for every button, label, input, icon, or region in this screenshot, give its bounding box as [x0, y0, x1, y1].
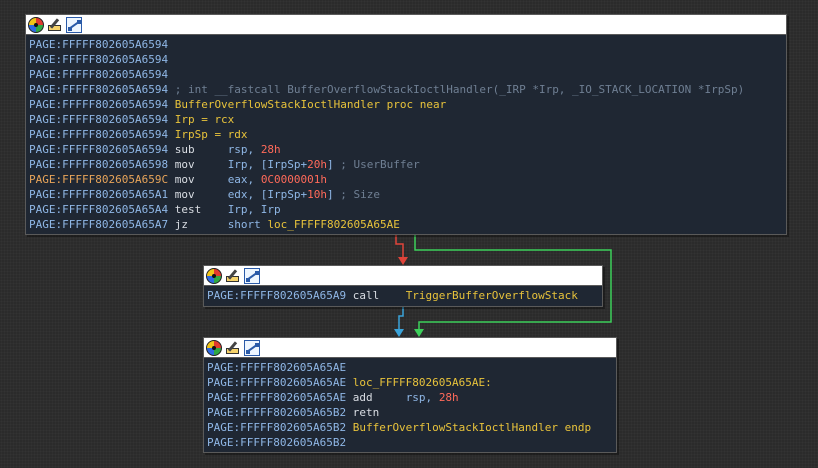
immediate-value[interactable]: 0C0000001h [261, 173, 327, 186]
function-prototype-comment: ; int __fastcall BufferOverflowStackIoct… [174, 83, 745, 96]
disasm-line[interactable]: PAGE:FFFFF802605A65B2 retn [207, 405, 613, 420]
edge-true-arrowhead [414, 329, 424, 337]
disasm-line[interactable]: PAGE:FFFFF802605A6594 Irp = rcx [29, 112, 783, 127]
disassembly-listing[interactable]: PAGE:FFFFF802605A6594 PAGE:FFFFF802605A6… [26, 35, 786, 234]
mnemonic[interactable]: test [175, 203, 228, 216]
graph-node-entry-block[interactable]: PAGE:FFFFF802605A6594 PAGE:FFFFF802605A6… [25, 14, 787, 235]
address[interactable]: PAGE:FFFFF802605A6594 [29, 68, 168, 81]
instruction-comment: ; Size [333, 188, 381, 201]
disasm-line[interactable]: PAGE:FFFFF802605A6594 [29, 52, 783, 67]
operand[interactable]: rsp, [406, 391, 439, 404]
set-color-icon[interactable] [28, 16, 44, 33]
immediate-value[interactable]: 10h [307, 188, 327, 201]
branch-target-label[interactable]: loc_FFFFF802605A65AE [267, 218, 399, 231]
mnemonic[interactable]: sub [175, 143, 228, 156]
immediate-value[interactable]: 28h [439, 391, 459, 404]
disasm-line[interactable]: PAGE:FFFFF802605A6594 [29, 67, 783, 82]
disasm-line[interactable]: PAGE:FFFFF802605A65A9 call TriggerBuffer… [207, 288, 599, 303]
graph-overview-icon[interactable] [244, 339, 260, 356]
mnemonic[interactable]: call [353, 289, 406, 302]
disasm-line[interactable]: PAGE:FFFFF802605A65B2 BufferOverflowStac… [207, 420, 613, 435]
immediate-value[interactable]: 28h [261, 143, 281, 156]
mnemonic[interactable]: mov [175, 188, 228, 201]
address[interactable]: PAGE:FFFFF802605A65AE [207, 391, 346, 404]
address[interactable]: PAGE:FFFFF802605A6598 [29, 158, 168, 171]
address[interactable]: PAGE:FFFFF802605A65B2 [207, 436, 346, 449]
disasm-line[interactable]: PAGE:FFFFF802605A6594 sub rsp, 28h [29, 142, 783, 157]
mnemonic[interactable]: retn [353, 406, 406, 419]
operand[interactable]: short [228, 218, 268, 231]
operand[interactable]: rsp, [228, 143, 261, 156]
disasm-line[interactable]: PAGE:FFFFF802605A65A7 jz short loc_FFFFF… [29, 217, 783, 232]
address[interactable]: PAGE:FFFFF802605A65A4 [29, 203, 168, 216]
disasm-line[interactable]: PAGE:FFFFF802605A6598 mov Irp, [IrpSp+20… [29, 157, 783, 172]
mnemonic[interactable]: mov [175, 158, 228, 171]
address[interactable]: PAGE:FFFFF802605A659C [29, 173, 168, 186]
disassembly-listing[interactable]: PAGE:FFFFF802605A65A9 call TriggerBuffer… [204, 286, 602, 305]
mnemonic[interactable]: mov [175, 173, 228, 186]
disasm-line[interactable]: PAGE:FFFFF802605A6594 [29, 37, 783, 52]
address[interactable]: PAGE:FFFFF802605A65AE [207, 361, 346, 374]
disasm-line[interactable]: PAGE:FFFFF802605A65AE loc_FFFFF802605A65… [207, 375, 613, 390]
address[interactable]: PAGE:FFFFF802605A6594 [29, 113, 168, 126]
address[interactable]: PAGE:FFFFF802605A6594 [29, 53, 168, 66]
mnemonic[interactable]: jz [175, 218, 228, 231]
address[interactable]: PAGE:FFFFF802605A6594 [29, 128, 168, 141]
edge-false-branch [395, 235, 404, 258]
operand[interactable]: Irp, [IrpSp+ [228, 158, 307, 171]
disasm-line[interactable]: PAGE:FFFFF802605A65A4 test Irp, Irp [29, 202, 783, 217]
disasm-line[interactable]: PAGE:FFFFF802605A65AE add rsp, 28h [207, 390, 613, 405]
rename-icon[interactable] [47, 16, 63, 33]
branch-target-label[interactable]: TriggerBufferOverflowStack [406, 289, 578, 302]
rename-icon[interactable] [225, 339, 241, 356]
mnemonic[interactable]: add [353, 391, 406, 404]
address[interactable]: PAGE:FFFFF802605A6594 [29, 98, 168, 111]
address[interactable]: PAGE:FFFFF802605A65A9 [207, 289, 346, 302]
disasm-line[interactable]: PAGE:FFFFF802605A65B2 [207, 435, 613, 450]
address[interactable]: PAGE:FFFFF802605A65A7 [29, 218, 168, 231]
register-alias[interactable]: IrpSp = rdx [175, 128, 248, 141]
graph-overview-icon[interactable] [244, 267, 260, 284]
node-toolbar [204, 338, 616, 358]
immediate-value[interactable]: 20h [307, 158, 327, 171]
address[interactable]: PAGE:FFFFF802605A65A1 [29, 188, 168, 201]
operand-suffix: ] [327, 158, 334, 171]
edge-false-arrowhead [398, 257, 408, 265]
address[interactable]: PAGE:FFFFF802605A6594 [29, 83, 168, 96]
operand-suffix: ] [327, 188, 334, 201]
code-label[interactable]: BufferOverflowStackIoctlHandler proc nea… [175, 98, 447, 111]
edge-fallthrough [398, 306, 404, 330]
disassembly-listing[interactable]: PAGE:FFFFF802605A65AE PAGE:FFFFF802605A6… [204, 358, 616, 452]
disasm-line[interactable]: PAGE:FFFFF802605A6594 BufferOverflowStac… [29, 97, 783, 112]
disasm-line[interactable]: PAGE:FFFFF802605A65AE [207, 360, 613, 375]
address[interactable]: PAGE:FFFFF802605A65B2 [207, 406, 346, 419]
node-toolbar [204, 266, 602, 286]
disasm-line[interactable]: PAGE:FFFFF802605A65A1 mov edx, [IrpSp+10… [29, 187, 783, 202]
graph-node-call-block[interactable]: PAGE:FFFFF802605A65A9 call TriggerBuffer… [203, 265, 603, 307]
set-color-icon[interactable] [206, 339, 222, 356]
graph-overview-icon[interactable] [66, 16, 82, 33]
graph-node-exit-block[interactable]: PAGE:FFFFF802605A65AE PAGE:FFFFF802605A6… [203, 337, 617, 453]
code-label[interactable]: loc_FFFFF802605A65AE: [353, 376, 492, 389]
operand[interactable]: edx, [IrpSp+ [228, 188, 307, 201]
node-toolbar [26, 15, 786, 35]
address[interactable]: PAGE:FFFFF802605A65B2 [207, 421, 346, 434]
address[interactable]: PAGE:FFFFF802605A65AE [207, 376, 346, 389]
edge-fallthrough-arrowhead [394, 329, 404, 337]
instruction-comment: ; UserBuffer [333, 158, 420, 171]
set-color-icon[interactable] [206, 267, 222, 284]
rename-icon[interactable] [225, 267, 241, 284]
operand[interactable]: Irp, Irp [228, 203, 281, 216]
address[interactable]: PAGE:FFFFF802605A6594 [29, 38, 168, 51]
disasm-line[interactable]: PAGE:FFFFF802605A6594 ; int __fastcall B… [29, 82, 783, 97]
register-alias[interactable]: Irp = rcx [175, 113, 235, 126]
code-label[interactable]: BufferOverflowStackIoctlHandler endp [353, 421, 591, 434]
disasm-line[interactable]: PAGE:FFFFF802605A6594 IrpSp = rdx [29, 127, 783, 142]
address[interactable]: PAGE:FFFFF802605A6594 [29, 143, 168, 156]
disasm-line[interactable]: PAGE:FFFFF802605A659C mov eax, 0C0000001… [29, 172, 783, 187]
operand[interactable]: eax, [228, 173, 261, 186]
